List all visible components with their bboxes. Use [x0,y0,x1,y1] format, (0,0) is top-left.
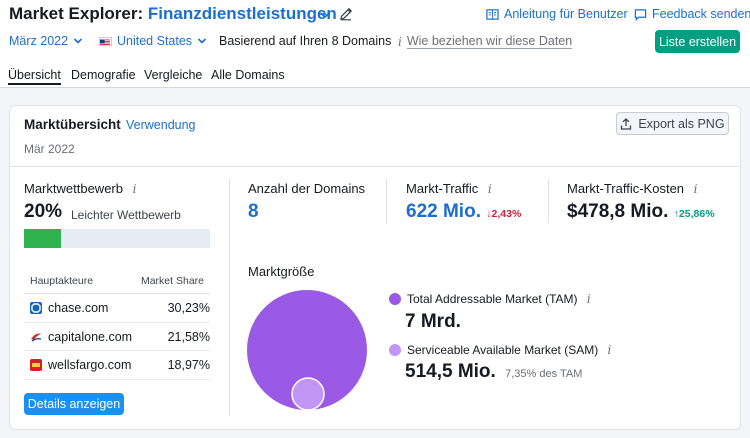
info-icon[interactable]: i [587,292,591,306]
data-source-info[interactable]: i Wie beziehen wir diese Daten [398,34,573,49]
market-share: 18,97% [167,358,210,372]
chevron-down-icon [73,38,83,44]
competition-value: 20% [24,201,63,222]
domain-name: wellsfargo.com [48,358,132,372]
chevron-down-icon[interactable] [319,9,331,21]
domain-name: chase.com [48,301,109,315]
tam-label: Total Addressable Market (TAM) i [407,292,591,306]
competition-description: Leichter Wettbewerb [71,208,181,222]
page-title: Market Explorer: Finanzdienstleistungen [9,4,337,24]
sam-circle [291,377,325,411]
tam-legend-dot [389,293,401,305]
tab-comparisons[interactable]: Vergleiche [144,68,202,82]
col-header-domain: Hauptakteure [30,275,94,287]
table-row[interactable]: capitalone.com 21,58% [24,323,210,351]
table-row[interactable]: wellsfargo.com 18,97% [24,351,210,380]
card-title: Marktübersicht [24,117,121,132]
sam-share: 7,35% des TAM [505,368,583,380]
chevron-down-icon [197,38,207,44]
competition-bar [24,229,210,248]
market-overview-card: Marktübersicht Verwendung Export als PNG… [9,105,741,430]
key-players-table: Hauptakteure Market Share chase.com 30,2… [24,269,210,380]
vertical-divider [386,179,387,223]
usage-link[interactable]: Verwendung [126,118,196,132]
wellsfargo-logo-icon [30,359,42,371]
competition-label: Marktwettbewerb i [24,181,137,196]
country-selector[interactable]: United States [99,34,207,48]
top-bar: Market Explorer: Finanzdienstleistungen … [0,0,750,88]
niche-selector[interactable]: Finanzdienstleistungen [148,4,337,23]
create-list-button[interactable]: Liste erstellen [655,30,740,53]
info-icon[interactable]: i [133,182,137,196]
us-flag-icon [99,36,112,46]
traffic-label: Markt-Traffic i [406,181,492,196]
tam-value: 7 Mrd. [405,311,461,332]
market-size-venn [247,290,367,411]
info-icon[interactable]: i [488,182,492,196]
domain-name: capitalone.com [48,329,133,344]
vertical-divider [548,179,549,223]
col-header-share: Market Share [140,275,204,287]
domains-count-label: Anzahl der Domains [248,181,366,196]
book-icon [486,8,499,20]
table-header: Hauptakteure Market Share [24,269,210,294]
info-icon[interactable]: i [694,182,698,196]
divider [10,166,740,167]
info-icon[interactable]: i [608,343,612,357]
tab-demographics[interactable]: Demografie [71,68,136,82]
chat-icon [634,8,647,21]
market-share: 30,23% [167,301,210,315]
sam-legend-dot [389,344,401,356]
export-png-button[interactable]: Export als PNG [616,112,729,135]
sam-label: Serviceable Available Market (SAM) i [407,343,612,357]
app-title: Market Explorer: [9,4,144,23]
traffic-value[interactable]: 622 Mio. ↓2,43% [406,201,521,223]
market-share: 21,58% [167,329,210,344]
date-selector[interactable]: März 2022 [9,34,83,48]
market-size-title: Marktgröße [248,264,315,279]
capitalone-logo-icon [30,330,42,343]
tab-all-domains[interactable]: Alle Domains [211,68,285,82]
info-icon: i [398,34,402,49]
card-date: Mär 2022 [24,142,75,156]
export-icon [621,117,632,130]
edit-pencil-icon[interactable] [338,6,354,22]
competition-bar-fill [24,229,62,248]
feedback-link[interactable]: Feedback senden [634,7,750,21]
guide-link[interactable]: Anleitung für Benutzer [486,7,628,21]
chase-logo-icon [30,302,42,314]
tab-overview[interactable]: Übersicht [8,68,61,85]
traffic-cost-value: $478,8 Mio. ↑25,86% [567,201,715,222]
table-row[interactable]: chase.com 30,23% [24,294,210,323]
sam-value: 514,5 Mio. 7,35% des TAM [405,361,583,382]
domains-count-value[interactable]: 8 [248,201,259,223]
traffic-cost-label: Markt-Traffic-Kosten i [567,181,698,196]
vertical-divider [229,179,230,415]
traffic-cost-delta: ↑25,86% [673,208,715,220]
traffic-delta: ↓2,43% [486,208,522,220]
show-details-button[interactable]: Details anzeigen [24,393,124,415]
based-on-text: Basierend auf Ihren 8 Domains [219,34,392,48]
